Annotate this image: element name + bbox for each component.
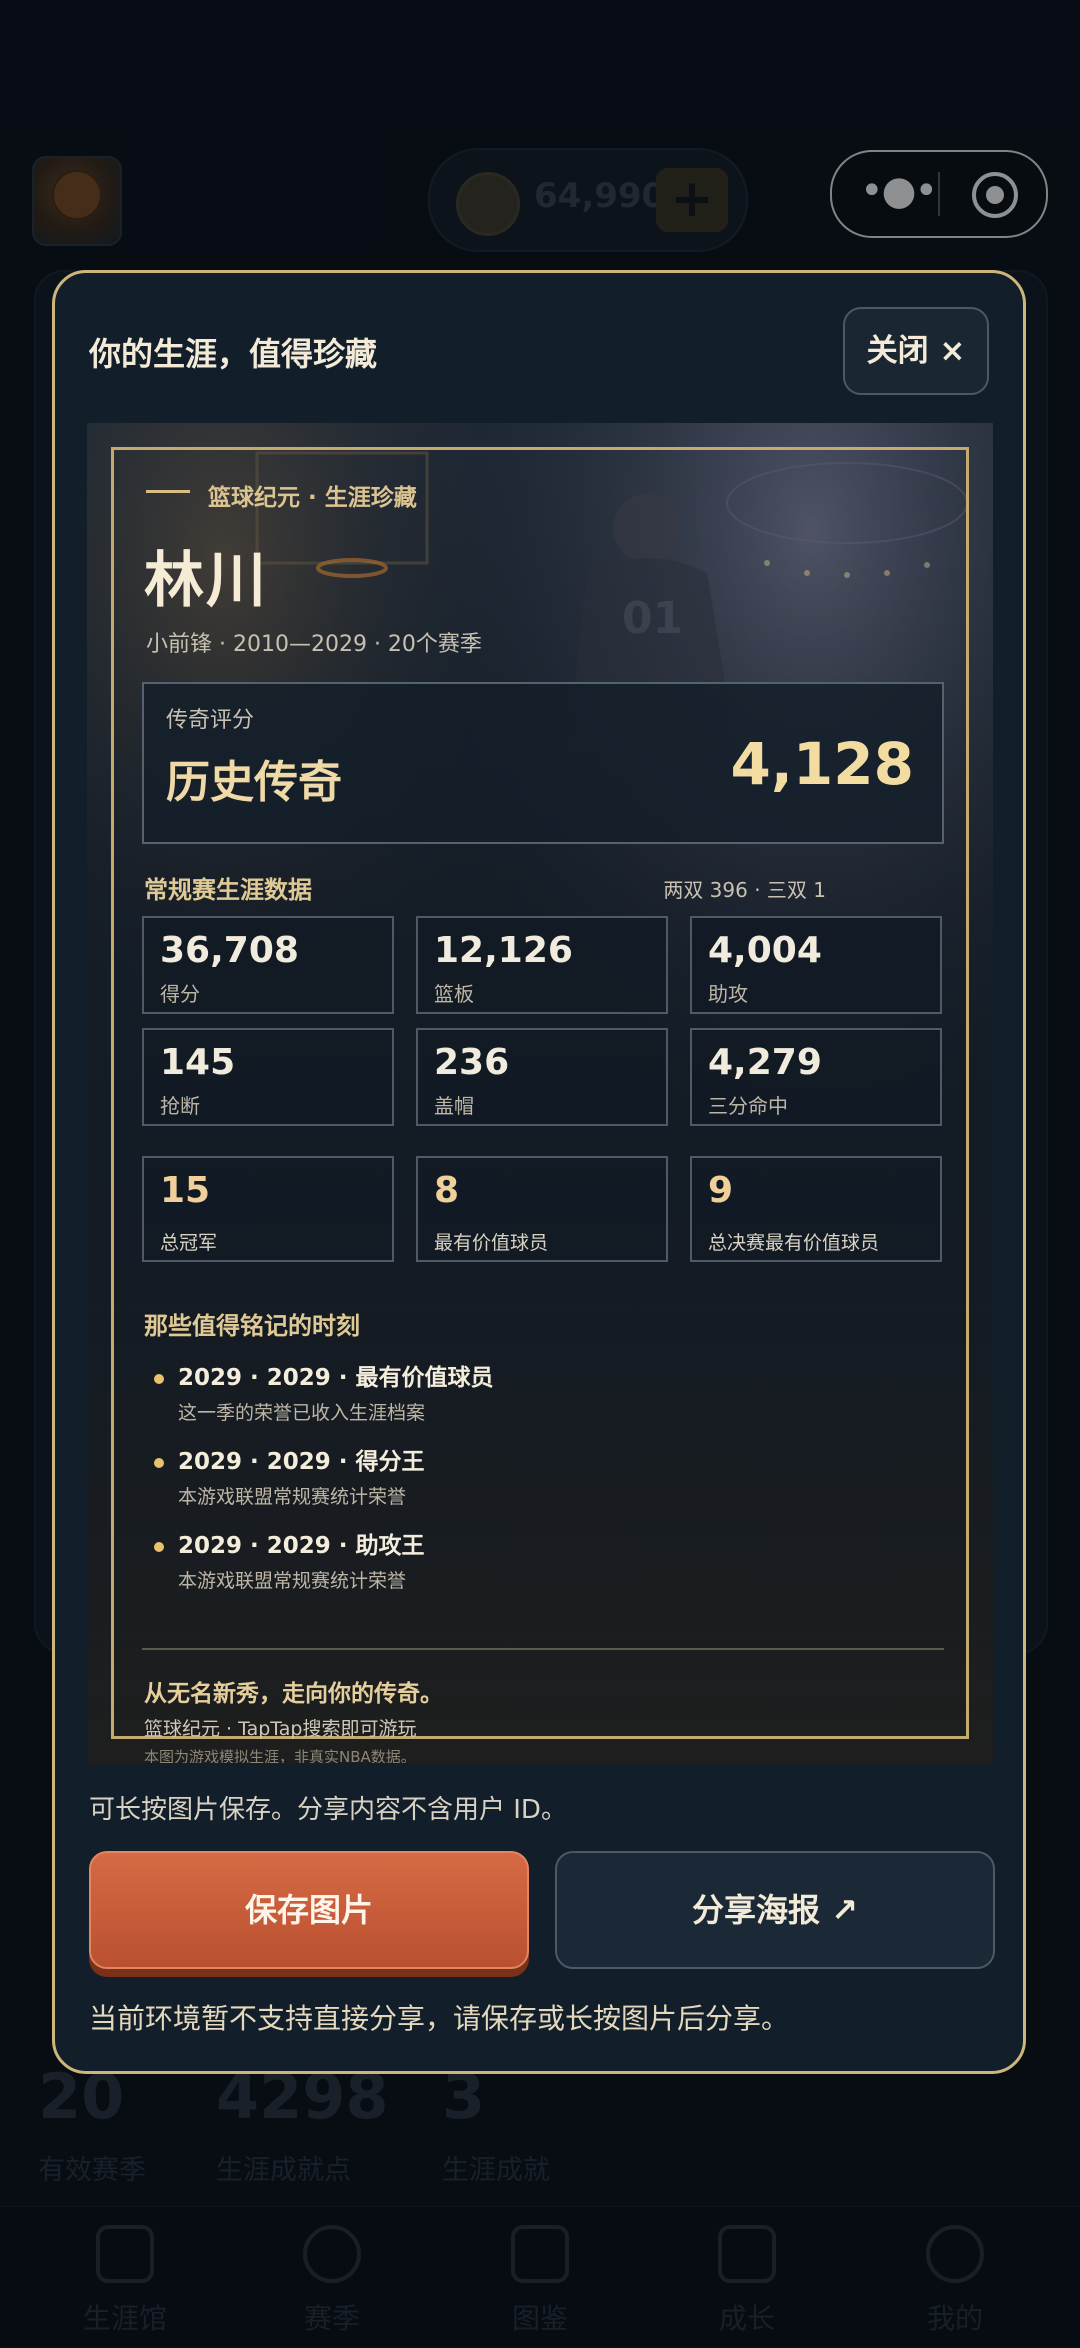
moment-title: 2029 · 2029 · 得分王 (178, 1449, 425, 1475)
moments-title: 那些值得铭记的时刻 (144, 1312, 360, 1340)
eyebrow-line (146, 490, 190, 493)
honor-label: 总决赛最有价值球员 (708, 1232, 880, 1254)
stat-value: 4,279 (708, 1042, 822, 1083)
stat-card-points: 36,708 得分 (142, 916, 394, 1014)
stat-value: 36,708 (160, 930, 299, 971)
stat-label: 盖帽 (434, 1094, 474, 1118)
honor-card-mvp: 8 最有价值球员 (416, 1156, 668, 1262)
stat-value: 145 (160, 1042, 236, 1083)
career-share-modal: 你的生涯，值得珍藏 关闭 × 01 篮球纪元 · 生涯珍藏 林川 小前锋 · 2… (52, 270, 1026, 2074)
poster-slogan: 从无名新秀，走向你的传奇。 (144, 1681, 443, 1707)
score-label: 传奇评分 (166, 708, 255, 733)
stat-label: 篮板 (434, 982, 474, 1006)
close-button[interactable]: 关闭 × (843, 307, 989, 395)
poster-frame: 篮球纪元 · 生涯珍藏 林川 小前锋 · 2010—2029 · 20个赛季 传… (111, 447, 969, 1763)
bullet-icon (154, 1542, 164, 1552)
poster-disclaimer: 本图为游戏模拟生涯，非真实NBA数据。 (144, 1748, 416, 1763)
stat-value: 4,004 (708, 930, 822, 971)
stat-label: 得分 (160, 982, 200, 1006)
stat-card-threes: 4,279 三分命中 (690, 1028, 942, 1126)
score-value: 4,128 (730, 730, 914, 798)
player-name: 林川 (144, 546, 268, 616)
save-hint: 可长按图片保存。分享内容不含用户 ID。 (89, 1795, 567, 1825)
share-poster-button[interactable]: 分享海报 ↗ (555, 1851, 995, 1969)
honor-value: 9 (708, 1170, 734, 1211)
honor-label: 总冠军 (160, 1232, 218, 1254)
career-stats-title: 常规赛生涯数据 (144, 876, 312, 904)
stat-value: 12,126 (434, 930, 573, 971)
stat-label: 三分命中 (708, 1094, 788, 1118)
honor-value: 8 (434, 1170, 460, 1211)
bullet-icon (154, 1374, 164, 1384)
honor-card-finals-mvp: 9 总决赛最有价值球员 (690, 1156, 942, 1262)
modal-title: 你的生涯，值得珍藏 (89, 335, 378, 373)
player-meta: 小前锋 · 2010—2029 · 20个赛季 (146, 632, 482, 657)
stat-card-rebounds: 12,126 篮板 (416, 916, 668, 1014)
stat-value: 236 (434, 1042, 510, 1083)
moment-subtitle: 本游戏联盟常规赛统计荣誉 (178, 1570, 407, 1592)
moment-title: 2029 · 2029 · 最有价值球员 (178, 1365, 494, 1391)
moment-subtitle: 本游戏联盟常规赛统计荣誉 (178, 1486, 407, 1508)
stat-card-assists: 4,004 助攻 (690, 916, 942, 1014)
poster-eyebrow: 篮球纪元 · 生涯珍藏 (208, 485, 417, 511)
stat-card-steals: 145 抢断 (142, 1028, 394, 1126)
bullet-icon (154, 1458, 164, 1468)
legend-score-box: 传奇评分 历史传奇 4,128 (142, 682, 944, 844)
share-unsupported-note: 当前环境暂不支持直接分享，请保存或长按图片后分享。 (89, 2002, 790, 2035)
stat-label: 助攻 (708, 982, 748, 1006)
stat-card-blocks: 236 盖帽 (416, 1028, 668, 1126)
stat-label: 抢断 (160, 1094, 200, 1118)
career-poster-image[interactable]: 01 篮球纪元 · 生涯珍藏 林川 小前锋 · 2010—2029 · 20个赛… (87, 423, 993, 1763)
save-image-button[interactable]: 保存图片 (89, 1851, 529, 1969)
honor-label: 最有价值球员 (434, 1232, 549, 1254)
poster-promo: 篮球纪元 · TapTap搜索即可游玩 (144, 1718, 417, 1740)
moment-subtitle: 这一季的荣誉已收入生涯档案 (178, 1402, 426, 1424)
moment-title: 2029 · 2029 · 助攻王 (178, 1533, 425, 1559)
double-double-summary: 两双 396 · 三双 1 (663, 878, 826, 902)
honor-value: 15 (160, 1170, 211, 1211)
score-title: 历史传奇 (166, 757, 342, 808)
poster-divider (142, 1648, 944, 1650)
honor-card-championships: 15 总冠军 (142, 1156, 394, 1262)
